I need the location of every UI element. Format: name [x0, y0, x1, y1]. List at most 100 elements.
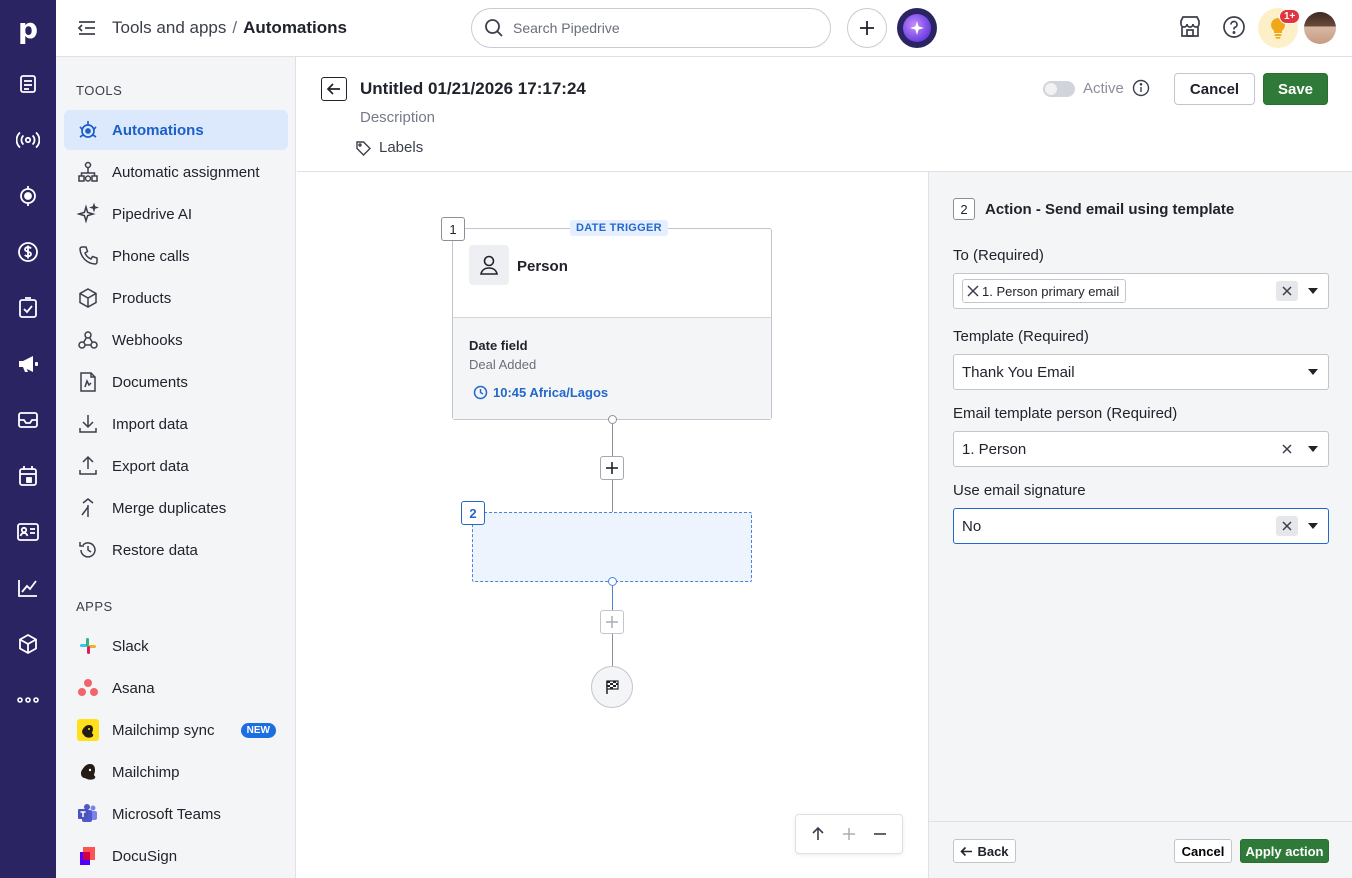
trigger-time-text: 10:45 Africa/Lagos — [493, 385, 609, 400]
clear-icon[interactable] — [1276, 281, 1298, 301]
breadcrumb-current: Automations — [243, 18, 347, 37]
sidebar-item-docusign[interactable]: DocuSign — [64, 836, 288, 876]
action-node-placeholder[interactable] — [472, 512, 752, 582]
sidebar-item-documents[interactable]: Documents — [64, 362, 288, 402]
sidebar-item-slack[interactable]: Slack — [64, 626, 288, 666]
back-button[interactable] — [321, 77, 347, 101]
sidebar-item-label: DocuSign — [112, 847, 178, 865]
sidebar-item-merge-duplicates[interactable]: Merge duplicates — [64, 488, 288, 528]
sidebar-item-mailchimp[interactable]: Mailchimp — [64, 752, 288, 792]
active-label: Active — [1083, 80, 1124, 97]
slack-icon — [76, 634, 100, 658]
connector-dot — [608, 577, 617, 586]
save-button[interactable]: Save — [1263, 73, 1328, 105]
template-label: Template (Required) — [953, 328, 1089, 345]
activities-icon[interactable] — [0, 280, 56, 336]
add-step-button[interactable] — [600, 456, 624, 480]
panel-header: 2 Action - Send email using template — [953, 198, 1234, 220]
add-step-button[interactable] — [600, 610, 624, 634]
mail-icon[interactable] — [0, 392, 56, 448]
insights-icon[interactable] — [0, 560, 56, 616]
calendar-icon[interactable] — [0, 448, 56, 504]
person-icon — [469, 245, 509, 285]
download-icon — [76, 412, 100, 436]
sidebar-item-automations[interactable]: Automations — [64, 110, 288, 150]
arrow-up-icon[interactable] — [811, 827, 825, 841]
megaphone-icon[interactable] — [0, 336, 56, 392]
labels-text: Labels — [379, 139, 424, 156]
target-icon[interactable] — [0, 168, 56, 224]
sidebar-item-phone-calls[interactable]: Phone calls — [64, 236, 288, 276]
sidebar-item-label: Merge duplicates — [112, 499, 227, 517]
clear-icon[interactable] — [1276, 439, 1298, 459]
products-icon[interactable] — [0, 616, 56, 672]
zoom-out-icon[interactable] — [873, 827, 887, 841]
sidebar-item-import-data[interactable]: Import data — [64, 404, 288, 444]
trigger-node[interactable]: Person Date field Deal Added 10:45 Afric… — [452, 220, 772, 420]
remove-chip-icon[interactable] — [967, 285, 979, 297]
more-icon[interactable] — [0, 672, 56, 728]
to-recipient-select[interactable]: 1. Person primary email — [953, 273, 1329, 309]
chevron-down-icon[interactable] — [1308, 523, 1318, 529]
dollar-icon[interactable] — [0, 224, 56, 280]
template-select[interactable]: Thank You Email — [953, 354, 1329, 390]
sidebar-item-microsoft-teams[interactable]: Microsoft Teams — [64, 794, 288, 834]
quick-add-button[interactable] — [847, 8, 887, 48]
sidebar-item-label: Import data — [112, 415, 188, 433]
sidebar-item-webhooks[interactable]: Webhooks — [64, 320, 288, 360]
sidebar-item-automatic-assignment[interactable]: Automatic assignment — [64, 152, 288, 192]
signature-select[interactable]: No — [953, 508, 1329, 544]
tools-sidebar: TOOLS Automations Automatic assignment P… — [56, 57, 296, 878]
sidebar-item-mailchimp-sync[interactable]: Mailchimp sync NEW — [64, 710, 288, 750]
sidebar-item-label: Documents — [112, 373, 188, 391]
menu-collapse-icon[interactable] — [76, 17, 98, 39]
breadcrumb-parent[interactable]: Tools and apps — [112, 18, 226, 37]
sidebar-item-label: Products — [112, 289, 172, 307]
chevron-down-icon[interactable] — [1308, 369, 1318, 375]
chevron-down-icon[interactable] — [1308, 446, 1318, 452]
arrow-left-icon — [326, 82, 342, 96]
active-toggle[interactable] — [1043, 81, 1075, 97]
sidebar-item-products[interactable]: Products — [64, 278, 288, 318]
search-box[interactable] — [471, 8, 831, 48]
help-icon[interactable] — [1222, 15, 1246, 39]
tag-icon — [355, 140, 371, 156]
description-field[interactable]: Description — [360, 109, 435, 126]
broadcast-icon[interactable] — [0, 112, 56, 168]
marketplace-icon[interactable] — [1179, 15, 1201, 39]
robot-icon — [76, 118, 100, 142]
labels-button[interactable]: Labels — [355, 139, 423, 156]
back-step-button[interactable]: Back — [953, 839, 1016, 863]
clear-icon[interactable] — [1276, 516, 1298, 536]
ai-assistant-button[interactable] — [897, 8, 937, 48]
user-avatar[interactable] — [1304, 12, 1336, 44]
pipedrive-logo[interactable]: p — [0, 0, 56, 56]
trigger-entity: Person — [517, 258, 568, 275]
connector-line — [612, 424, 613, 460]
leads-icon[interactable] — [0, 56, 56, 112]
panel-cancel-button[interactable]: Cancel — [1174, 839, 1232, 863]
contacts-icon[interactable] — [0, 504, 56, 560]
search-input[interactable] — [513, 20, 803, 36]
new-badge: NEW — [240, 722, 276, 738]
workflow-canvas[interactable]: Person Date field Deal Added 10:45 Afric… — [297, 172, 928, 878]
apply-action-button[interactable]: Apply action — [1240, 839, 1329, 863]
template-person-select[interactable]: 1. Person — [953, 431, 1329, 467]
sidebar-item-export-data[interactable]: Export data — [64, 446, 288, 486]
sidebar-item-label: Microsoft Teams — [112, 805, 221, 823]
apps-section-title: APPS — [76, 599, 113, 614]
panel-step-number: 2 — [953, 198, 975, 220]
sidebar-item-pipedrive-ai[interactable]: Pipedrive AI — [64, 194, 288, 234]
date-trigger-badge: DATE TRIGGER — [570, 220, 668, 236]
info-icon[interactable] — [1132, 79, 1150, 97]
back-label: Back — [977, 843, 1009, 859]
document-icon — [76, 370, 100, 394]
signature-value: No — [962, 517, 982, 535]
zoom-in-icon[interactable] — [842, 827, 856, 841]
chevron-down-icon[interactable] — [1308, 288, 1318, 294]
sidebar-item-asana[interactable]: Asana — [64, 668, 288, 708]
asana-icon — [76, 676, 100, 700]
sidebar-item-restore-data[interactable]: Restore data — [64, 530, 288, 570]
automation-title[interactable]: Untitled 01/21/2026 17:17:24 — [360, 79, 586, 99]
cancel-button[interactable]: Cancel — [1174, 73, 1255, 105]
